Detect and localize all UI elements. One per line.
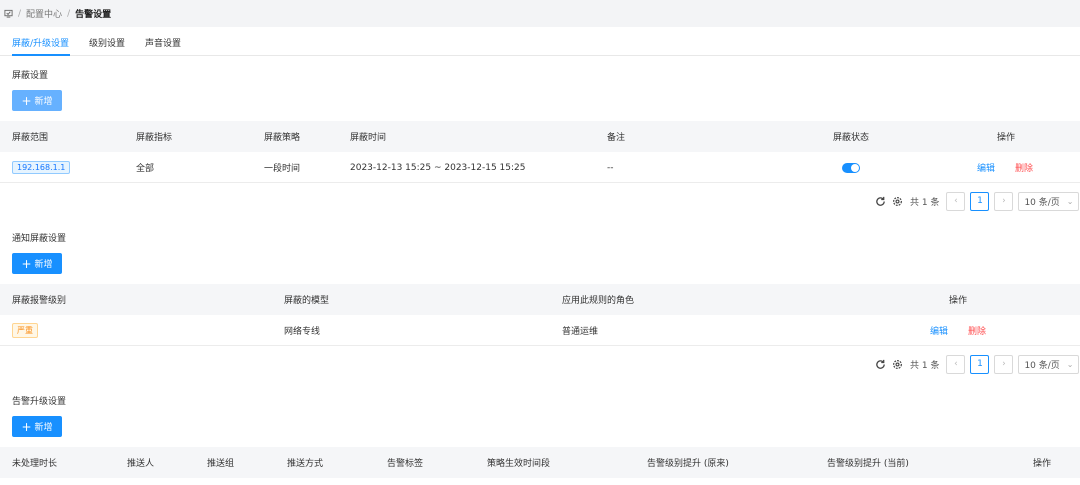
page-size-value: 10 条/页 [1024,360,1060,371]
col-shield-model: 屏蔽的模型 [284,296,330,306]
refresh-icon[interactable] [874,358,886,370]
shield-pagination: 共 1 条 ‹ 1 › 10 条/页 ⌄ [874,191,1080,211]
notify-add-label: 新增 [34,260,53,270]
col-push-group: 推送组 [207,459,235,469]
notify-add-button[interactable]: + 新增 [12,253,62,274]
delete-link[interactable]: 删除 [968,324,986,337]
next-page-button[interactable]: › [994,354,1014,374]
notify-pagination: 共 1 条 ‹ 1 › 10 条/页 ⌄ [874,354,1080,374]
notify-section-title: 通知屏蔽设置 [12,234,67,244]
tab-active-indicator [12,54,70,56]
col-alarm-tag: 告警标签 [387,459,424,469]
note-cell: -- [607,162,614,173]
upgrade-table-header: 未处理时长 推送人 推送组 推送方式 告警标签 策略生效时间段 告警级别提升 (… [0,447,1080,478]
prev-page-button[interactable]: ‹ [946,354,966,374]
time-cell: 2023-12-13 15:25 ~ 2023-12-15 15:25 [350,162,526,173]
chevron-down-icon: ⌄ [1066,359,1074,369]
shield-add-button[interactable]: + 新增 [12,90,62,111]
page-number-button[interactable]: 1 [970,354,990,374]
page-size-select[interactable]: 10 条/页 ⌄ [1018,354,1080,374]
next-page-button[interactable]: › [994,191,1014,211]
breadcrumb-config-center[interactable]: 配置中心 [26,7,62,20]
tab-level-settings[interactable]: 级别设置 [89,36,125,49]
col-level-original: 告警级别提升 (原来) [647,459,729,469]
col-level-current: 告警级别提升 (当前) [827,459,909,469]
col-role: 应用此规则的角色 [562,296,635,306]
plus-icon: + [21,93,32,108]
col-push-method: 推送方式 [287,459,324,469]
pagination-total: 共 1 条 [910,197,940,208]
col-unhandled-duration: 未处理时长 [12,459,58,469]
col-shield-level: 屏蔽报警级别 [12,296,67,306]
metric-cell: 全部 [136,164,155,174]
upgrade-add-button[interactable]: + 新增 [12,416,62,437]
shield-section-title: 屏蔽设置 [12,71,49,81]
notify-table-header: 屏蔽报警级别 屏蔽的模型 应用此规则的角色 操作 [0,284,1080,315]
col-push-person: 推送人 [127,459,155,469]
col-status: 屏蔽状态 [833,133,870,143]
tab-shield-upgrade[interactable]: 屏蔽/升级设置 [12,36,69,49]
chevron-down-icon: ⌄ [1066,196,1074,206]
refresh-icon[interactable] [874,195,886,207]
plus-icon: + [21,256,32,271]
scope-tag: 192.168.1.1 [12,161,71,174]
upgrade-add-label: 新增 [34,423,53,433]
col-scope: 屏蔽范围 [12,133,49,143]
col-time: 屏蔽时间 [350,133,387,143]
model-cell: 网络专线 [284,327,321,337]
strategy-cell: 一段时间 [264,164,301,174]
shield-table-header: 屏蔽范围 屏蔽指标 屏蔽策略 屏蔽时间 备注 屏蔽状态 操作 [0,121,1080,152]
edit-link[interactable]: 编辑 [930,324,948,337]
level-tag: 严重 [12,323,38,338]
pagination-total: 共 1 条 [910,360,940,371]
tab-sound-settings[interactable]: 声音设置 [145,36,181,49]
tab-bar: 屏蔽/升级设置 级别设置 声音设置 [0,27,1080,56]
page-number-button[interactable]: 1 [970,191,990,211]
col-actions: 操作 [1033,459,1052,469]
breadcrumb-separator: / [18,8,22,19]
shield-status-toggle[interactable] [842,162,860,173]
delete-link[interactable]: 删除 [1015,161,1033,174]
col-metric: 屏蔽指标 [136,133,173,143]
breadcrumb-alarm-settings: 告警设置 [75,10,112,20]
col-effective-period: 策略生效时间段 [487,459,551,469]
breadcrumb-separator: / [67,8,71,19]
upgrade-section-title: 告警升级设置 [12,397,67,407]
col-note: 备注 [607,133,626,143]
edit-link[interactable]: 编辑 [977,161,995,174]
col-actions: 操作 [948,296,967,306]
shield-add-label: 新增 [34,97,53,107]
plus-icon: + [21,419,32,434]
settings-icon[interactable] [891,195,903,207]
col-strategy: 屏蔽策略 [264,133,301,143]
prev-page-button[interactable]: ‹ [946,191,966,211]
col-actions: 操作 [996,133,1015,143]
table-row: 严重 网络专线 普通运维 编辑 删除 [0,315,1080,346]
home-icon[interactable] [4,9,13,18]
breadcrumb: / 配置中心 / 告警设置 [0,0,1080,27]
table-row: 192.168.1.1 全部 一段时间 2023-12-13 15:25 ~ 2… [0,152,1080,183]
page-size-select[interactable]: 10 条/页 ⌄ [1018,191,1080,211]
page-size-value: 10 条/页 [1024,197,1060,208]
settings-icon[interactable] [891,358,903,370]
role-cell: 普通运维 [562,327,599,337]
